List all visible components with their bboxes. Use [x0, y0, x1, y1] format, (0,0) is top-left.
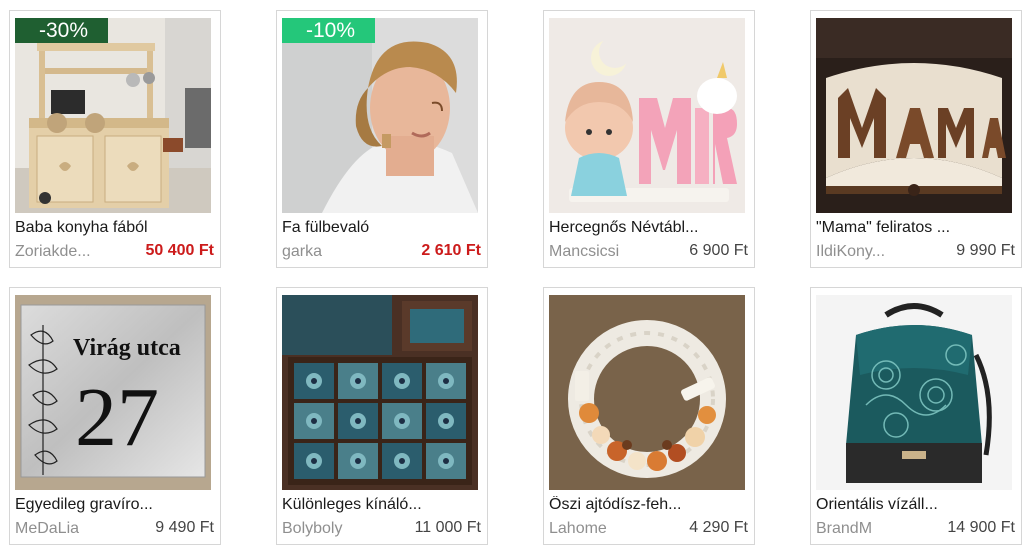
product-title[interactable]: Orientális vízáll... [816, 496, 1016, 514]
product-price: 9 490 Ft [155, 519, 214, 536]
product-card[interactable]: -30% Baba konyha fából Zoriakde... 50 40… [9, 10, 221, 268]
product-title[interactable]: Hercegnős Névtábl... [549, 219, 749, 237]
product-card[interactable]: Orientális vízáll... BrandM 14 900 Ft [810, 287, 1022, 545]
product-title[interactable]: Különleges kínáló... [282, 496, 482, 514]
autumn-door-wreath-photo[interactable] [549, 295, 745, 490]
seller-name[interactable]: garka [282, 243, 322, 261]
product-price: 4 290 Ft [689, 519, 748, 536]
product-card[interactable]: "Mama" feliratos ... IldiKony... 9 990 F… [810, 10, 1022, 268]
product-card[interactable]: Virág utca 27 Egyedileg gravíro... MeDaL… [9, 287, 221, 545]
product-price: 50 400 Ft [145, 242, 214, 259]
wooden-earring-model-photo[interactable] [282, 18, 478, 213]
product-card[interactable]: Hercegnős Névtábl... Mancsicsi 6 900 Ft [543, 10, 755, 268]
princess-name-sign-photo[interactable] [549, 18, 745, 213]
seller-name[interactable]: Zoriakde... [15, 243, 91, 261]
product-price: 9 990 Ft [956, 242, 1015, 259]
product-price: 11 000 Ft [414, 519, 481, 536]
product-grid: -30% Baba konyha fából Zoriakde... 50 40… [0, 0, 1032, 553]
product-price: 2 610 Ft [421, 242, 481, 259]
discount-badge: -10% [282, 18, 376, 43]
product-title[interactable]: "Mama" feliratos ... [816, 219, 1016, 237]
sign-number-text: 27 [75, 371, 159, 464]
product-price: 14 900 Ft [947, 519, 1015, 536]
seller-name[interactable]: MeDaLia [15, 520, 79, 538]
product-title[interactable]: Baba konyha fából [15, 219, 215, 237]
engraved-house-number-sign-photo[interactable]: Virág utca 27 [15, 295, 211, 490]
sign-street-text: Virág utca [73, 335, 181, 361]
seller-name[interactable]: Mancsicsi [549, 243, 619, 261]
oriental-backpack-photo[interactable] [816, 295, 1012, 490]
product-title[interactable]: Fa fülbevaló [282, 219, 482, 237]
product-price: 6 900 Ft [689, 242, 748, 259]
product-title[interactable]: Egyedileg gravíro... [15, 496, 215, 514]
seller-name[interactable]: Bolyboly [282, 520, 342, 538]
wooden-play-kitchen-photo[interactable] [15, 18, 211, 213]
product-title[interactable]: Őszi ajtódísz-feh... [549, 496, 749, 514]
product-card[interactable]: -10% Fa fülbevaló garka 2 610 Ft [276, 10, 488, 268]
product-card[interactable]: Őszi ajtódísz-feh... Lahome 4 290 Ft [543, 287, 755, 545]
folded-book-art-photo[interactable] [816, 18, 1012, 213]
seller-name[interactable]: IldiKony... [816, 243, 885, 261]
seller-name[interactable]: BrandM [816, 520, 872, 538]
mosaic-tile-tray-photo[interactable] [282, 295, 478, 490]
product-card[interactable]: Különleges kínáló... Bolyboly 11 000 Ft [276, 287, 488, 545]
discount-badge: -30% [15, 18, 109, 43]
seller-name[interactable]: Lahome [549, 520, 607, 538]
